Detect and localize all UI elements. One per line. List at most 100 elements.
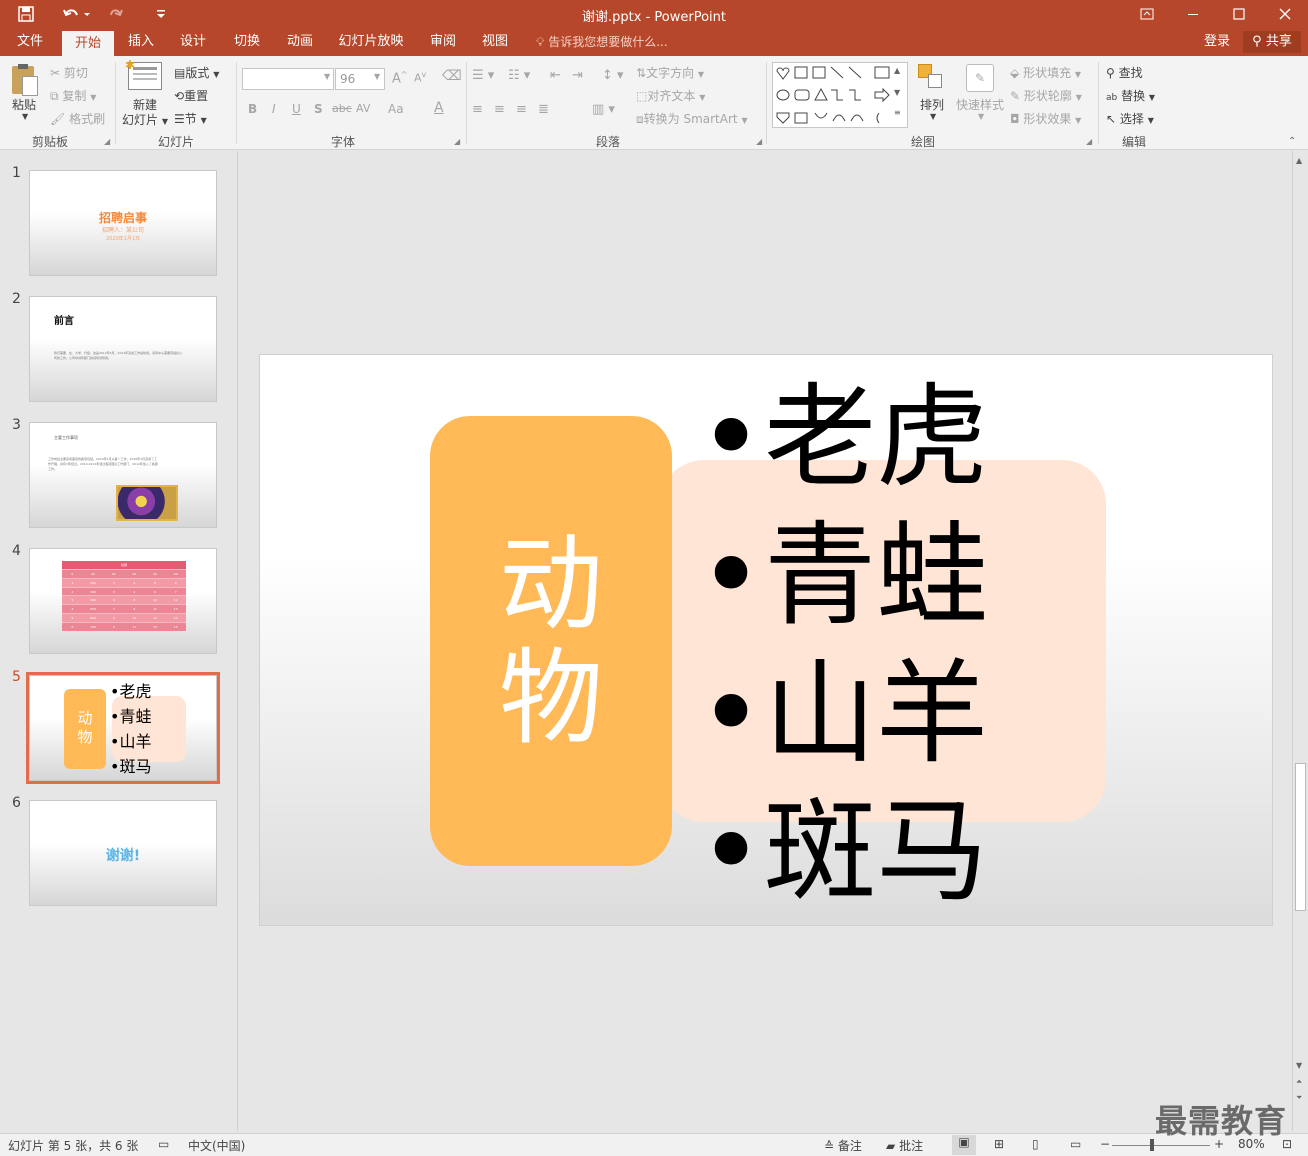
align-center-icon[interactable]: ≡ — [494, 102, 505, 117]
quick-styles-icon[interactable]: ✎ — [966, 64, 994, 92]
select-button[interactable]: ↖ 选择 ▼ — [1106, 110, 1154, 127]
bold-button[interactable]: B — [248, 102, 257, 116]
font-name-dropdown-icon[interactable]: ▼ — [324, 72, 330, 81]
section-button[interactable]: ☰节 ▼ — [174, 110, 207, 127]
decrease-font-icon[interactable]: Av — [414, 70, 426, 85]
quick-styles-dropdown-icon[interactable]: ▼ — [978, 112, 984, 121]
login-link[interactable]: 登录 — [1204, 28, 1230, 56]
animal-list[interactable]: •老虎 •青蛙 •山羊 •斑马 — [698, 369, 988, 921]
columns-icon[interactable]: ▥ ▾ — [592, 102, 615, 117]
font-launcher-icon[interactable]: ◢ — [454, 137, 460, 146]
tab-slideshow[interactable]: 幻灯片放映 — [334, 28, 408, 56]
replace-button[interactable]: ab 替换 ▼ — [1106, 87, 1155, 104]
category-box[interactable]: 动 物 — [430, 416, 672, 866]
notes-button[interactable]: ≙ 备注 — [824, 1137, 862, 1154]
decrease-indent-icon[interactable]: ⇤ — [550, 68, 561, 83]
tell-me-box[interactable]: 💡︎ 告诉我您想要做什么... — [536, 28, 668, 56]
increase-font-icon[interactable]: A^ — [392, 70, 408, 86]
tab-file[interactable]: 文件 — [8, 28, 52, 56]
arrange-button[interactable]: 排列 — [920, 96, 944, 113]
shapes-scroll-down-icon[interactable]: ▼ — [894, 88, 900, 97]
shape-fill-button[interactable]: ⬙ 形状填充 ▼ — [1010, 64, 1081, 81]
clear-format-icon[interactable]: ⌫ — [442, 68, 462, 84]
align-right-icon[interactable]: ≡ — [516, 102, 527, 117]
underline-button[interactable]: U — [292, 102, 301, 116]
scrollbar-thumb[interactable] — [1295, 763, 1306, 911]
zoom-slider-thumb[interactable] — [1150, 1139, 1154, 1151]
reading-view-icon[interactable]: ▯ — [1032, 1137, 1039, 1151]
minimize-icon[interactable] — [1170, 0, 1216, 28]
shapes-scroll-up-icon[interactable]: ▲ — [894, 66, 900, 75]
paragraph-launcher-icon[interactable]: ◢ — [756, 137, 762, 146]
layout-button[interactable]: ▤版式 ▼ — [174, 64, 219, 81]
tab-home[interactable]: 开始 — [62, 31, 114, 56]
tab-review[interactable]: 审阅 — [422, 28, 464, 56]
collapse-ribbon-icon[interactable]: ⌃ — [1288, 136, 1296, 147]
normal-view-icon[interactable]: ▣ — [952, 1135, 976, 1155]
increase-indent-icon[interactable]: ⇥ — [572, 68, 583, 83]
slide-thumbnail-1[interactable]: 招聘启事 招聘人：某公司 2020年1月1日 — [29, 170, 217, 276]
align-left-icon[interactable]: ≡ — [472, 102, 483, 117]
previous-slide-icon[interactable]: ⏶ — [1296, 1077, 1302, 1087]
shape-effects-button[interactable]: ◘ 形状效果 ▼ — [1010, 110, 1081, 127]
ribbon-display-options-icon[interactable] — [1124, 0, 1170, 28]
new-slide-button[interactable]: 幻灯片 ▼ — [122, 111, 168, 128]
shapes-gallery[interactable] — [772, 62, 908, 128]
slide-sorter-icon[interactable]: ⊞ — [994, 1137, 1004, 1151]
tab-view[interactable]: 视图 — [474, 28, 516, 56]
zoom-slider[interactable] — [1112, 1145, 1210, 1146]
slide-canvas[interactable]: 动 物 •老虎 •青蛙 •山羊 •斑马 — [259, 354, 1273, 926]
format-painter-button[interactable]: 🖌︎ 格式刷 — [50, 110, 105, 127]
paste-button[interactable] — [10, 64, 40, 98]
shadow-button[interactable]: S — [314, 102, 323, 116]
copy-button[interactable]: ⧉ 复制 ▼ — [50, 87, 96, 104]
slide-thumbnail-4[interactable]: 标题 0 00 00 00 00 00 1 200 3 4 8 9 2 300 3 4 6 7 3 400 6 8 10 12… — [29, 548, 217, 654]
drawing-launcher-icon[interactable]: ◢ — [1086, 137, 1092, 146]
paste-dropdown-icon[interactable]: ▼ — [22, 112, 28, 121]
tab-design[interactable]: 设计 — [172, 28, 214, 56]
vertical-scrollbar[interactable]: ▲ ▼ ⏶ ⏷ — [1292, 151, 1308, 1131]
new-slide-icon[interactable]: ✱ — [125, 58, 162, 90]
next-slide-icon[interactable]: ⏷ — [1296, 1093, 1302, 1103]
arrange-icon[interactable] — [918, 64, 944, 92]
line-spacing-icon[interactable]: ↕ ▾ — [602, 68, 624, 83]
tab-insert[interactable]: 插入 — [120, 28, 162, 56]
font-color-button[interactable]: A — [434, 100, 444, 116]
justify-icon[interactable]: ≣ — [538, 102, 549, 117]
font-size-dropdown-icon[interactable]: ▼ — [374, 72, 380, 81]
maximize-icon[interactable] — [1216, 0, 1262, 28]
share-button[interactable]: ⚲ 共享 — [1243, 31, 1301, 53]
change-case-button[interactable]: Aa — [388, 102, 404, 116]
slide-thumbnail-3[interactable]: 主要工作事项 工作成绩主要完成事项的各项包括。2010年1月从事一工作，2010… — [29, 422, 217, 528]
italic-button[interactable]: I — [272, 102, 276, 116]
quick-styles-button[interactable]: 快速样式 — [956, 96, 1004, 113]
arrange-dropdown-icon[interactable]: ▼ — [930, 112, 936, 121]
shapes-more-icon[interactable]: ≡ — [894, 108, 901, 117]
slide-thumbnail-2[interactable]: 前言 我们需要、在、大学、升级、这是2012年5月，2014年完成工作提供用。领… — [29, 296, 217, 402]
numbering-icon[interactable]: ☷ ▾ — [508, 68, 530, 83]
bullets-icon[interactable]: ☰ ▾ — [472, 68, 494, 83]
tab-transitions[interactable]: 切换 — [226, 28, 268, 56]
spell-check-icon[interactable]: ▭ — [158, 1137, 169, 1151]
language-indicator[interactable]: 中文(中国) — [188, 1137, 245, 1154]
cut-button[interactable]: ✂ 剪切 — [50, 64, 88, 81]
text-direction-button[interactable]: ⇅文字方向 ▼ — [636, 64, 704, 81]
find-button[interactable]: ⚲ 查找 — [1106, 64, 1143, 81]
reset-button[interactable]: ⟲重置 — [174, 87, 208, 104]
clipboard-launcher-icon[interactable]: ◢ — [104, 137, 110, 146]
font-name-input[interactable] — [242, 68, 334, 90]
align-text-button[interactable]: ⬚对齐文本 ▼ — [636, 87, 705, 104]
zoom-out-icon[interactable]: − — [1100, 1137, 1110, 1151]
shape-outline-button[interactable]: ✎ 形状轮廓 ▼ — [1010, 87, 1082, 104]
scroll-up-icon[interactable]: ▲ — [1296, 156, 1302, 165]
comments-button[interactable]: ▰ 批注 — [886, 1137, 923, 1154]
convert-smartart-button[interactable]: ⧈转换为 SmartArt ▼ — [636, 110, 748, 127]
scroll-down-icon[interactable]: ▼ — [1296, 1061, 1302, 1070]
slide-thumbnail-5[interactable]: 动物 •老虎 •青蛙 •山羊 •斑马 — [29, 675, 217, 781]
slideshow-view-icon[interactable]: ▭ — [1070, 1137, 1081, 1151]
close-icon[interactable] — [1262, 0, 1308, 28]
tab-animations[interactable]: 动画 — [279, 28, 321, 56]
slide-thumbnail-6[interactable]: 谢谢! — [29, 800, 217, 906]
strikethrough-button[interactable]: abc — [332, 102, 352, 115]
character-spacing-button[interactable]: AV — [356, 102, 370, 115]
